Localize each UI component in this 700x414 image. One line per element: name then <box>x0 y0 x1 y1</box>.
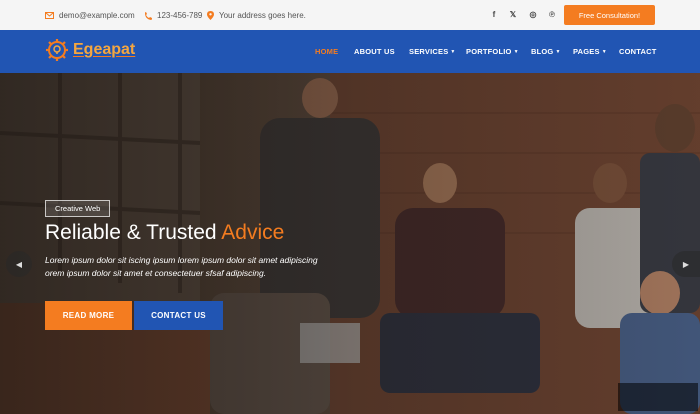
map-pin-icon <box>207 11 214 20</box>
nav-portfolio[interactable]: PORTFOLIO ▼ <box>466 47 519 56</box>
hero-slider: Creative Web Reliable & Trusted Advice L… <box>0 73 700 414</box>
brand-name: Egeapat <box>73 41 136 58</box>
nav-services-label: SERVICES <box>409 47 449 56</box>
phone-item[interactable]: 123-456-789 <box>144 11 202 20</box>
address-text: Your address goes here. <box>219 11 306 20</box>
main-navbar: Egeapat HOME ABOUT US SERVICES ▼ PORTFOLI… <box>0 30 700 73</box>
nav-services[interactable]: SERVICES ▼ <box>409 47 456 56</box>
pinterest-icon[interactable]: ℗ <box>547 10 557 20</box>
caret-right-icon: ▶ <box>682 259 690 269</box>
caret-left-icon: ◀ <box>15 259 23 269</box>
email-text: demo@example.com <box>59 11 135 20</box>
site-logo[interactable]: Egeapat <box>45 38 135 62</box>
slider-next-button[interactable]: ▶ <box>672 251 700 277</box>
nav-contact[interactable]: CONTACT <box>619 47 657 56</box>
hero-description: Lorem ipsum dolor sit iscing ipsum lorem… <box>45 255 318 278</box>
caret-down-icon: ▼ <box>601 49 607 55</box>
hero-tag: Creative Web <box>45 200 111 217</box>
slider-prev-button[interactable]: ◀ <box>6 251 32 277</box>
email-item[interactable]: demo@example.com <box>45 11 135 20</box>
caret-down-icon: ▼ <box>513 49 519 55</box>
caret-down-icon: ▼ <box>450 49 456 55</box>
phone-text: 123-456-789 <box>157 11 203 20</box>
nav-blog-label: BLOG <box>531 47 554 56</box>
free-consultation-button[interactable]: Free Consultation! <box>564 5 655 25</box>
nav-pages[interactable]: PAGES ▼ <box>573 47 607 56</box>
watermark-badge <box>618 383 698 411</box>
nav-about[interactable]: ABOUT US <box>354 47 395 56</box>
hero-title-accent: Advice <box>221 221 285 244</box>
gear-bulb-logo-icon <box>46 39 68 61</box>
phone-icon <box>144 11 152 20</box>
nav-home[interactable]: HOME <box>315 47 338 56</box>
contact-us-button[interactable]: CONTACT US <box>134 301 223 330</box>
hero-title-main: Reliable & Trusted <box>45 221 222 244</box>
read-more-button[interactable]: READ MORE <box>45 301 132 330</box>
nav-pages-label: PAGES <box>573 47 600 56</box>
envelope-icon <box>45 12 54 19</box>
x-twitter-icon[interactable]: 𝕏 <box>508 10 518 20</box>
nav-blog[interactable]: BLOG ▼ <box>531 47 561 56</box>
facebook-icon[interactable]: f <box>489 10 499 20</box>
nav-portfolio-label: PORTFOLIO <box>466 47 512 56</box>
caret-down-icon: ▼ <box>555 49 561 55</box>
instagram-icon[interactable]: ◎ <box>528 10 538 20</box>
hero-title: Reliable & Trusted Advice <box>45 221 284 245</box>
top-bar: demo@example.com 123-456-789 Your addres… <box>0 0 700 30</box>
address-item: Your address goes here. <box>207 11 306 20</box>
